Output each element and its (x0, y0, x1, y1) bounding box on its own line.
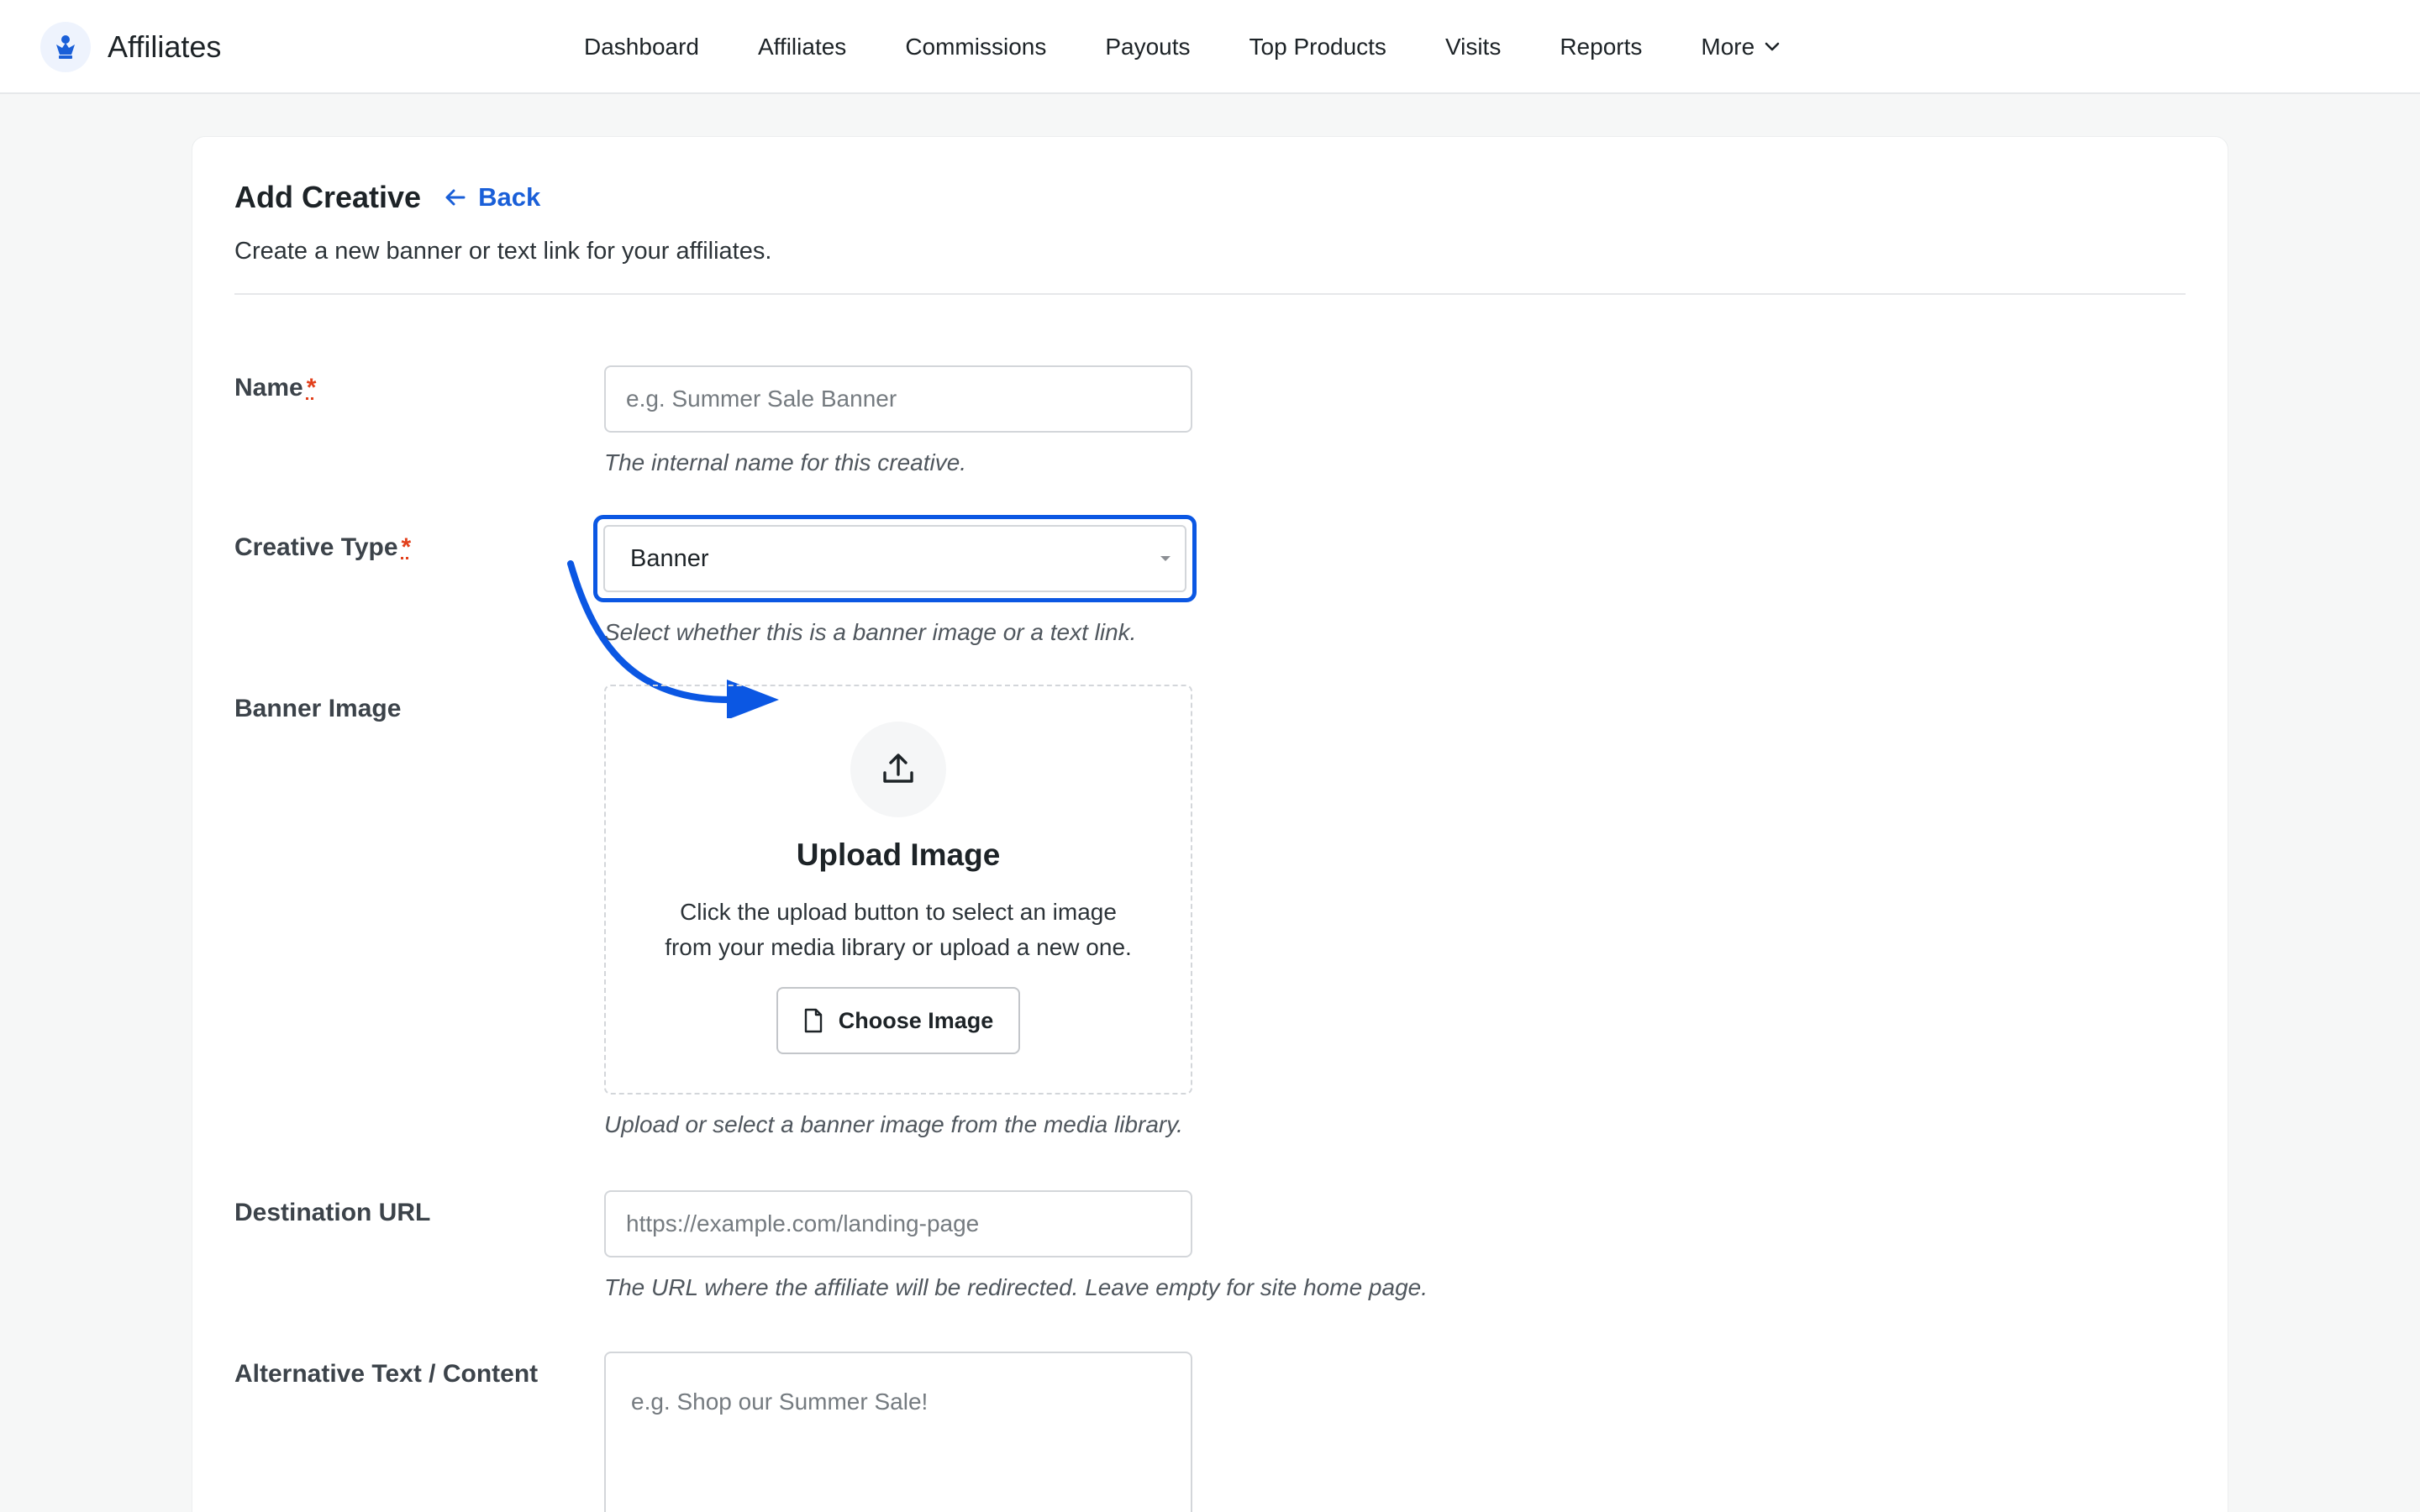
destination-url-help-text: The URL where the affiliate will be redi… (604, 1274, 1428, 1300)
creative-type-label: Creative Type * (234, 533, 411, 562)
nav-more-label: More (1701, 34, 1755, 60)
required-marker: * (401, 533, 412, 561)
alt-text-field-group (604, 1352, 1192, 1512)
top-navigation-bar: Affiliates Dashboard Affiliates Commissi… (0, 0, 2420, 94)
back-label: Back (478, 182, 541, 212)
nav-item-commissions[interactable]: Commissions (905, 34, 1046, 60)
nav-item-dashboard[interactable]: Dashboard (584, 34, 699, 60)
name-help-text: The internal name for this creative. (604, 449, 967, 475)
page-subtitle: Create a new banner or text link for you… (234, 238, 772, 265)
chevron-down-icon (1765, 42, 1780, 51)
image-upload-dropzone[interactable]: Upload Image Click the upload button to … (604, 685, 1192, 1095)
nav-item-top-products[interactable]: Top Products (1249, 34, 1386, 60)
name-label: Name * (234, 374, 316, 402)
main-nav: Dashboard Affiliates Commissions Payouts… (584, 0, 1781, 94)
upload-title: Upload Image (796, 837, 1001, 872)
banner-image-field-group: Upload Image Click the upload button to … (604, 685, 1192, 1138)
upload-icon-wrapper (850, 722, 946, 817)
header-divider (234, 293, 2186, 295)
nav-item-more[interactable]: More (1701, 34, 1781, 60)
banner-image-help-text: Upload or select a banner image from the… (604, 1111, 1183, 1137)
choose-image-label: Choose Image (838, 1007, 994, 1033)
file-icon (804, 1008, 822, 1033)
required-marker: * (306, 374, 317, 402)
creative-type-label-text: Creative Type (234, 533, 398, 561)
destination-url-field-group: The URL where the affiliate will be redi… (604, 1190, 1428, 1301)
page-title: Add Creative (234, 180, 422, 214)
upload-description-line-2: from your media library or upload a new … (665, 934, 1132, 960)
nav-item-visits[interactable]: Visits (1445, 34, 1501, 60)
caret-down-icon (1160, 556, 1171, 561)
arrow-left-icon (445, 189, 466, 206)
add-creative-card: Add Creative Back Create a new banner or… (192, 136, 2228, 1512)
back-link[interactable]: Back (445, 182, 540, 213)
page-header: Add Creative Back Create a new banner or… (234, 177, 2186, 265)
nav-item-reports[interactable]: Reports (1560, 34, 1642, 60)
brand[interactable]: Affiliates (40, 22, 221, 72)
upload-icon (883, 753, 913, 783)
name-input[interactable] (604, 365, 1192, 433)
alt-text-textarea[interactable] (604, 1352, 1192, 1512)
affiliates-logo-icon (40, 22, 91, 72)
upload-description: Click the upload button to select an ima… (638, 895, 1159, 965)
choose-image-button[interactable]: Choose Image (776, 987, 1021, 1054)
upload-description-line-1: Click the upload button to select an ima… (680, 899, 1117, 925)
nav-item-payouts[interactable]: Payouts (1105, 34, 1190, 60)
nav-item-affiliates[interactable]: Affiliates (758, 34, 846, 60)
name-label-text: Name (234, 374, 303, 402)
brand-name: Affiliates (108, 29, 222, 64)
destination-url-input[interactable] (604, 1190, 1192, 1257)
name-field-group: The internal name for this creative. (604, 365, 1192, 476)
alt-text-label: Alternative Text / Content (234, 1360, 539, 1388)
destination-url-label: Destination URL (234, 1199, 431, 1226)
banner-image-label: Banner Image (234, 695, 402, 722)
